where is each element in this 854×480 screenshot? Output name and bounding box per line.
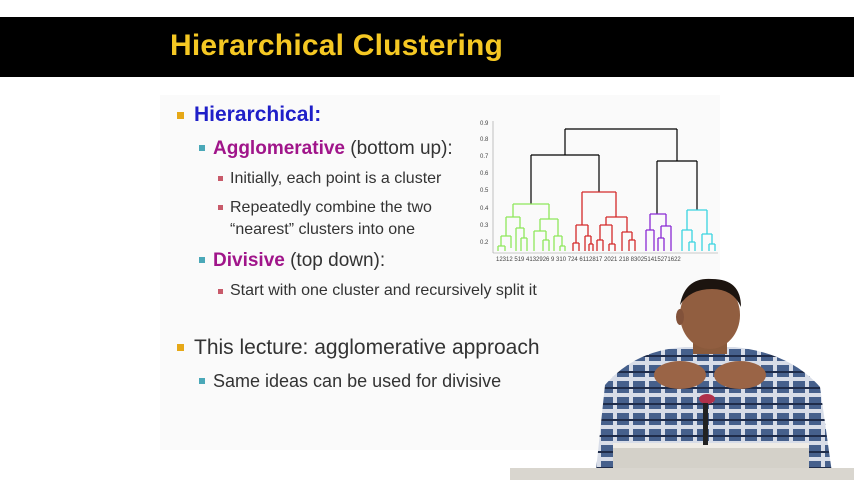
bullet-square-icon bbox=[199, 257, 205, 263]
bullet-square-icon bbox=[199, 145, 205, 151]
cyan-cluster bbox=[681, 209, 716, 251]
agglomerative-description: (bottom up): bbox=[350, 138, 453, 159]
bullet-square-icon bbox=[199, 378, 205, 384]
y-tick-label: 0.6 bbox=[480, 171, 489, 177]
presenter-video bbox=[595, 278, 833, 480]
term-divisive: Divisive bbox=[213, 250, 285, 271]
slide-title: Hierarchical Clustering bbox=[170, 29, 504, 62]
point-same-ideas: Same ideas can be used for divisive bbox=[213, 371, 502, 391]
presenter-watch bbox=[699, 394, 715, 404]
y-tick-label: 0.8 bbox=[480, 137, 489, 143]
presenter-ear bbox=[676, 309, 684, 325]
presenter-hand-left bbox=[654, 361, 706, 389]
heading-hierarchical: Hierarchical: bbox=[194, 103, 322, 126]
red-cluster bbox=[572, 191, 636, 251]
term-agglomerative: Agglomerative bbox=[213, 138, 345, 159]
bullet-square-icon bbox=[177, 112, 184, 119]
x-axis-leaf-labels: 12312 519 4132926 9 310 724 6112817 2021… bbox=[496, 257, 681, 263]
y-tick-label: 0.5 bbox=[480, 188, 489, 194]
point-start-with: Start with one cluster and recursively s… bbox=[230, 282, 537, 299]
y-tick-label: 0.2 bbox=[480, 240, 489, 246]
desk-surface bbox=[510, 468, 854, 480]
bullet-square-icon bbox=[218, 176, 223, 181]
microphone bbox=[703, 403, 708, 445]
agglomerative-line: Agglomerative (bottom up): bbox=[213, 138, 453, 160]
divisive-line: Divisive (top down): bbox=[213, 250, 385, 272]
y-tick-label: 0.7 bbox=[480, 154, 489, 160]
green-cluster bbox=[497, 203, 566, 251]
top-links bbox=[530, 128, 698, 214]
y-tick-label: 0.3 bbox=[480, 223, 489, 229]
y-tick-label: 0.9 bbox=[480, 121, 489, 127]
bullet-square-icon bbox=[218, 289, 223, 294]
y-tick-label: 0.4 bbox=[480, 206, 489, 212]
point-this-lecture: This lecture: agglomerative approach bbox=[194, 336, 540, 359]
bullet-square-icon bbox=[218, 205, 223, 210]
point-repeatedly-line1: Repeatedly combine the two bbox=[230, 199, 432, 216]
bullet-square-icon bbox=[177, 344, 184, 351]
purple-cluster bbox=[645, 213, 672, 251]
divisive-description: (top down): bbox=[290, 250, 386, 271]
point-initially: Initially, each point is a cluster bbox=[230, 170, 442, 187]
dendrogram-figure: 0.9 0.8 0.7 0.6 0.5 0.4 0.3 0.2 12312 51… bbox=[480, 121, 718, 263]
presenter-hand-right bbox=[714, 361, 766, 389]
point-repeatedly-line2: “nearest” clusters into one bbox=[230, 221, 415, 238]
podium-edge bbox=[613, 443, 809, 448]
